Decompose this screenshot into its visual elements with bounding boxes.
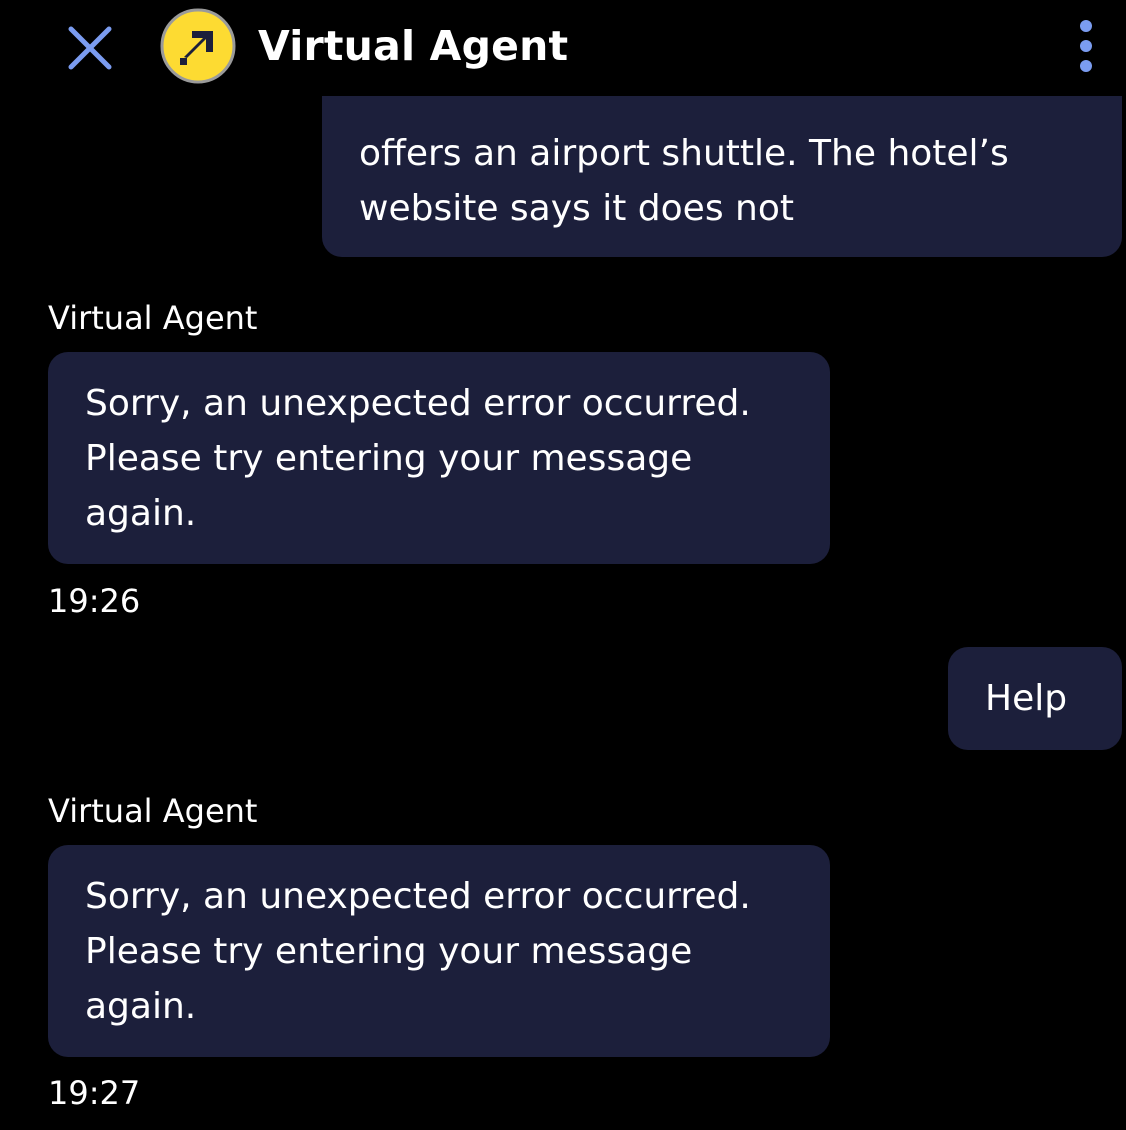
message-timestamp: 19:27 [48,1074,141,1112]
message-line: again. [85,986,197,1027]
agent-message-bubble: Sorry, an unexpected error occurred. Ple… [48,352,830,564]
sender-label: Virtual Agent [48,299,258,337]
user-message-bubble: Help [948,647,1122,750]
message-line: Sorry, an unexpected error occurred. [85,383,751,424]
close-button[interactable] [62,20,118,76]
message-line: Please try entering your message [85,438,693,479]
close-icon [68,26,112,70]
message-line: Sorry, an unexpected error occurred. [85,876,751,917]
sender-label: Virtual Agent [48,792,258,830]
chat-transcript: offers an airport shuttle. The hotel’s w… [0,0,1126,1130]
message-line: Help [985,678,1068,719]
message-timestamp: 19:26 [48,582,141,620]
more-options-button[interactable] [1064,14,1108,78]
more-vertical-icon [1080,60,1092,72]
page-title: Virtual Agent [258,22,569,70]
more-vertical-icon [1080,20,1092,32]
chat-header: Virtual Agent [0,0,1126,96]
message-line: offers an airport shuttle. The hotel’s [359,133,1009,174]
agent-message-bubble: Sorry, an unexpected error occurred. Ple… [48,845,830,1057]
message-line: website says it does not [359,188,794,229]
message-line: Please try entering your message [85,931,693,972]
message-line: again. [85,493,197,534]
more-vertical-icon [1080,40,1092,52]
expedia-logo-icon [160,8,236,84]
